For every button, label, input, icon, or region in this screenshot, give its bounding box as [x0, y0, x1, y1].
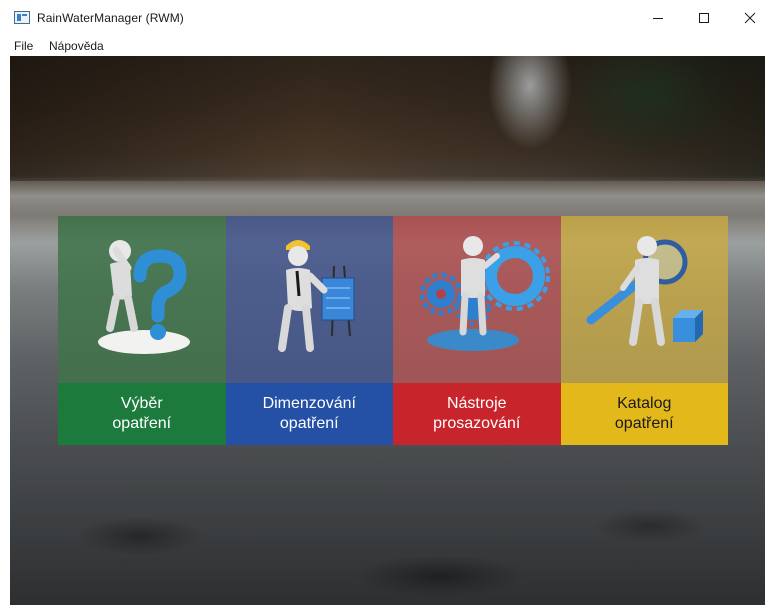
- main-content: Výběr opatření Dimenzování opatření Nást…: [10, 56, 765, 605]
- tile-row: Výběr opatření Dimenzování opatření Nást…: [58, 216, 728, 445]
- title-bar[interactable]: RainWaterManager (RWM): [0, 0, 771, 36]
- maximize-button[interactable]: [681, 0, 727, 36]
- tile-measure-selection-art: [58, 216, 226, 383]
- engineer-figure-icon: [277, 240, 354, 352]
- tile-enforcement-tools-label: Nástroje prosazování: [393, 383, 561, 445]
- menu-bar: File Nápověda: [0, 36, 771, 56]
- question-figure-icon: [98, 240, 190, 354]
- close-button[interactable]: [727, 0, 771, 36]
- background-rain-haze: [10, 176, 765, 216]
- tile-measure-sizing[interactable]: Dimenzování opatření: [225, 216, 393, 445]
- background-wall: [10, 56, 765, 181]
- tile-measure-catalog-art: [560, 216, 728, 383]
- app-icon: [14, 11, 30, 24]
- menu-help[interactable]: Nápověda: [47, 39, 106, 53]
- window-title: RainWaterManager (RWM): [37, 11, 184, 25]
- app-window: RainWaterManager (RWM) File Nápověda Výb…: [0, 0, 771, 605]
- minimize-button[interactable]: [635, 0, 681, 36]
- tile-measure-selection-label: Výběr opatření: [58, 383, 226, 445]
- gears-figure-icon: [419, 236, 550, 351]
- close-icon: [744, 12, 756, 24]
- tile-measure-catalog-label: Katalog opatření: [560, 383, 728, 445]
- minimize-icon: [653, 18, 663, 19]
- tile-measure-sizing-label: Dimenzování opatření: [225, 383, 393, 445]
- tile-enforcement-tools[interactable]: Nástroje prosazování: [393, 216, 561, 445]
- maximize-icon: [699, 13, 709, 23]
- tile-measure-catalog[interactable]: Katalog opatření: [560, 216, 728, 445]
- tile-measure-selection[interactable]: Výběr opatření: [58, 216, 226, 445]
- tile-enforcement-tools-art: [393, 216, 561, 383]
- tile-measure-sizing-art: [225, 216, 393, 383]
- menu-file[interactable]: File: [12, 39, 35, 53]
- magnifier-figure-icon: [586, 236, 703, 346]
